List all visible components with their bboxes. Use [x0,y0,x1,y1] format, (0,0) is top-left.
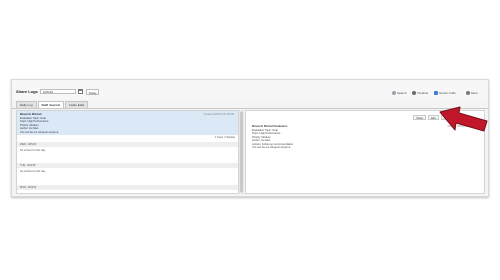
entry-line-note: You can be our wingman anytime. [20,130,59,134]
share-button[interactable]: Share [413,115,427,120]
journal-entry[interactable]: Maverick Mitchell Evaluation Topic: Goal… [17,111,238,135]
header-bar: Share Logs 10/6/16 Today Search Timeline… [12,80,488,100]
toolbar-coffee-label: Grown Coffe [439,91,456,95]
list-scrollbar[interactable] [239,110,244,194]
toolbar-timeline-label: Timeline [417,91,429,95]
more-icon [466,91,470,95]
day-header: TUE, 10/4/16 [17,163,238,168]
day-header: MON, 10/3/16 [17,185,238,190]
detail-line-note: You can be our wingman anytime. [252,146,291,149]
coffee-icon [434,91,438,95]
date-field[interactable]: 10/6/16 [40,89,76,94]
journal-list: Maverick Mitchell Evaluation Topic: Goal… [16,110,239,194]
day-empty-text: No entries for this day. [20,149,46,152]
today-button[interactable]: Today [86,89,99,95]
app-title: Share Logs [16,89,38,94]
tab-staff-journal[interactable]: Staff Journal [37,101,64,108]
toolbar-more-label: More [471,91,478,95]
tab-daily-log[interactable]: Daily Log [16,101,37,108]
tab-divider [12,108,488,109]
tab-inside-edits[interactable]: Inside Edits [64,101,89,108]
entry-footer[interactable]: 1 Views | 0 Replies [17,135,238,140]
toolbar-search[interactable]: Search [392,91,407,95]
toolbar-coffee[interactable]: Grown Coffe [434,91,456,95]
search-icon [392,91,396,95]
day-empty-text: No entries for this day. [20,170,46,173]
edit-button[interactable]: Edit [428,115,439,120]
entry-timestamp: Created 10/6/16 at 11:05 AM [203,113,234,116]
red-arrow-icon [439,106,488,132]
day-header: WED, 10/5/16 [17,142,238,147]
timeline-icon [412,91,416,95]
tab-bar: Daily Log Staff Journal Inside Edits [16,101,89,108]
toolbar-more[interactable]: More [466,91,478,95]
toolbar-timeline[interactable]: Timeline [412,91,428,95]
calendar-icon[interactable] [78,89,83,94]
toolbar-search-label: Search [397,91,407,95]
scrollbar-thumb[interactable] [240,112,243,192]
app-window: Share Logs 10/6/16 Today Search Timeline… [11,79,489,197]
